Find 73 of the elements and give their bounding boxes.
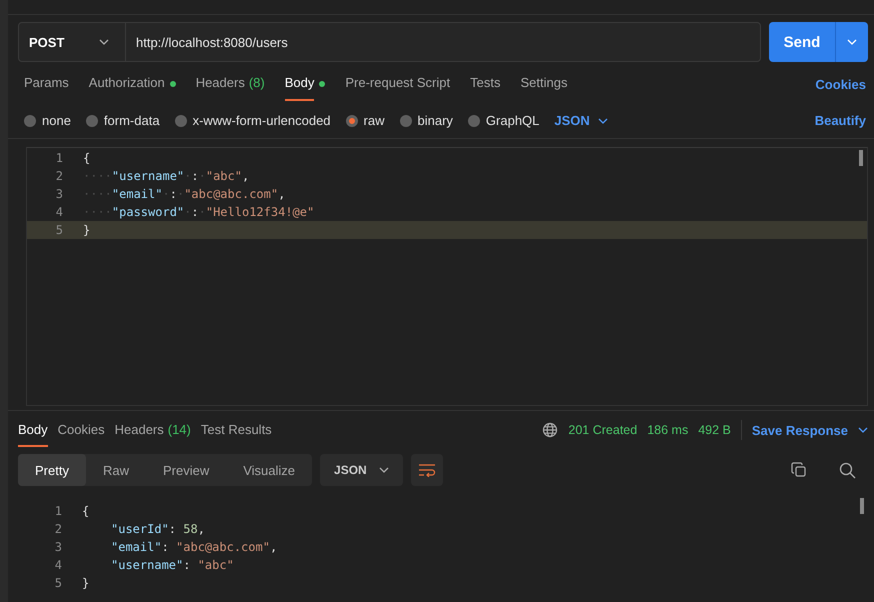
request-tab[interactable]: Tests [470,67,500,101]
cookies-link[interactable]: Cookies [815,76,868,92]
request-tab[interactable]: Authorization [88,67,165,101]
radio-label: raw [364,113,384,128]
request-tab[interactable]: Body [284,67,314,101]
tab-count: (8) [248,75,265,90]
radio-label: x-www-form-urlencoded [192,113,331,128]
save-response-button[interactable]: Save Response [752,422,848,438]
radio-label: none [42,113,71,128]
radio-button[interactable] [346,114,358,126]
radio-label: GraphQL [486,113,540,128]
request-tab[interactable]: Pre-request Script [345,67,450,101]
view-mode-tab[interactable]: Preview [146,454,226,486]
request-tab[interactable]: Headers (8) [196,67,265,101]
chevron-down-icon [378,467,389,473]
chevron-down-icon [847,39,857,45]
code-line: { [82,504,90,518]
wrap-lines-icon [418,463,436,477]
line-number: 3 [54,187,63,201]
code-line: "username": "abc" [110,558,234,572]
beautify-link[interactable]: Beautify [814,113,868,128]
response-tab[interactable]: Headers (14) [114,414,191,446]
request-tab[interactable]: Settings [520,67,568,101]
line-number: 4 [54,205,63,219]
radio-button[interactable] [174,114,187,126]
scrollbar[interactable] [859,150,863,166]
line-number: 2 [54,522,62,536]
radio-button[interactable] [24,114,36,126]
search-icon[interactable] [839,462,856,478]
view-mode-tab[interactable]: Visualize [226,454,312,486]
code-line: { [83,151,90,165]
url-field[interactable]: http://localhost:8080/users [125,23,760,61]
code-line: "userId": 58, [110,522,205,536]
line-number: 3 [54,540,62,554]
wrap-lines-button[interactable] [410,454,443,486]
caret-icon [598,118,608,124]
code-line: "email": "abc@abc.com", [110,540,278,554]
request-body-editor[interactable]: 1 { 2 ····"username"·:·"abc", 3 ····"email"·:·"abc@abc.com", 4 ····"password"·:·"Hello12f34!@e" 5 } [26,147,868,406]
tab-count: (14) [168,422,191,436]
line-number: 2 [54,169,63,183]
scrollbar[interactable] [860,498,864,514]
response-tab[interactable]: Test Results [200,414,272,446]
copy-icon[interactable] [791,462,807,478]
globe-icon[interactable] [542,422,558,438]
view-mode-tab[interactable]: Pretty [18,454,86,486]
line-number: 5 [54,576,62,590]
radio-label: binary [418,113,453,128]
caret-icon [99,39,109,45]
view-mode-tab[interactable]: Raw [86,454,146,486]
line-number: 1 [54,504,62,518]
code-line: ····"password"·:·"Hello12f34!@e" [83,205,314,219]
line-number: 1 [54,151,63,165]
radio-label: form-data [104,113,160,128]
code-line: } [83,223,90,237]
status-code: 201 Created [568,423,638,437]
url-bar[interactable]: POST http://localhost:8080/users [18,22,761,62]
code-line: } [82,576,90,590]
caret-icon [858,427,868,433]
line-number: 4 [54,558,62,572]
code-line: ····"username"·:·"abc", [83,169,250,183]
radio-button[interactable] [86,114,98,126]
response-time: 186 ms [647,423,688,437]
format-dropdown[interactable]: JSON [554,113,590,128]
format-dropdown[interactable]: JSON [320,454,403,486]
radio-button[interactable] [400,114,412,126]
code-line: ····"email"·:·"abc@abc.com", [83,187,286,201]
response-size: 492 B [698,423,731,437]
response-tab[interactable]: Cookies [58,414,105,446]
radio-button[interactable] [468,114,480,126]
request-tab[interactable]: Params [24,67,69,101]
line-number: 5 [54,223,63,237]
method-dropdown[interactable]: POST [19,34,99,50]
response-tab[interactable]: Body [18,414,48,446]
